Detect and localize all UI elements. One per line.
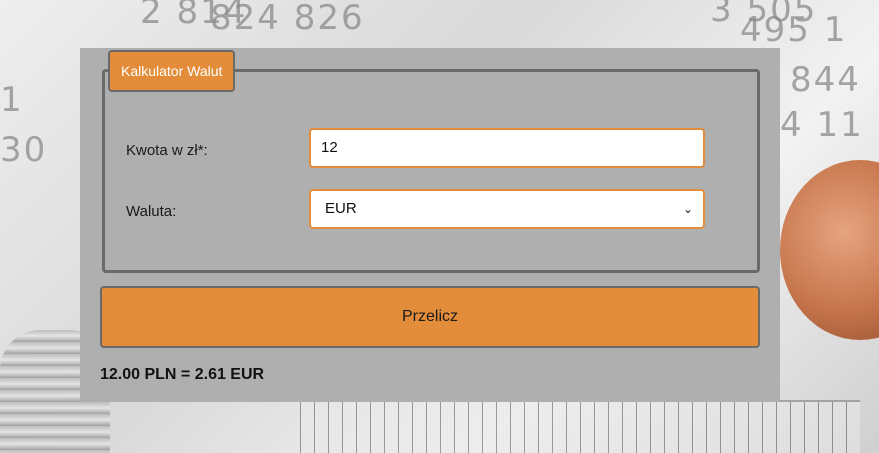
calculator-fieldset: Kalkulator Walut Kwota w zł*: 12 Waluta:… [102,50,760,273]
background-number: 844 [790,60,861,100]
background-number: 824 826 [210,0,365,38]
ruler-image [300,400,860,453]
background-number: 1 [0,80,24,120]
currency-selected-value: EUR [325,200,357,217]
background-number: 495 1 [740,10,848,50]
chevron-down-icon: ⌄ [682,202,693,216]
convert-button[interactable]: Przelicz [100,286,760,348]
background-number: 30 [0,130,48,170]
calculator-title: Kalkulator Walut [108,50,236,92]
conversion-result: 12.00 PLN = 2.61 EUR [100,366,265,383]
background-number: 4 11 [780,105,864,145]
currency-label: Waluta: [126,203,177,220]
coin-image [780,160,879,340]
currency-calculator-panel: Kalkulator Walut Kwota w zł*: 12 Waluta:… [80,48,780,402]
amount-input[interactable]: 12 [309,128,705,168]
currency-select[interactable]: EUR ⌄ [309,189,705,229]
amount-label: Kwota w zł*: [126,142,208,159]
